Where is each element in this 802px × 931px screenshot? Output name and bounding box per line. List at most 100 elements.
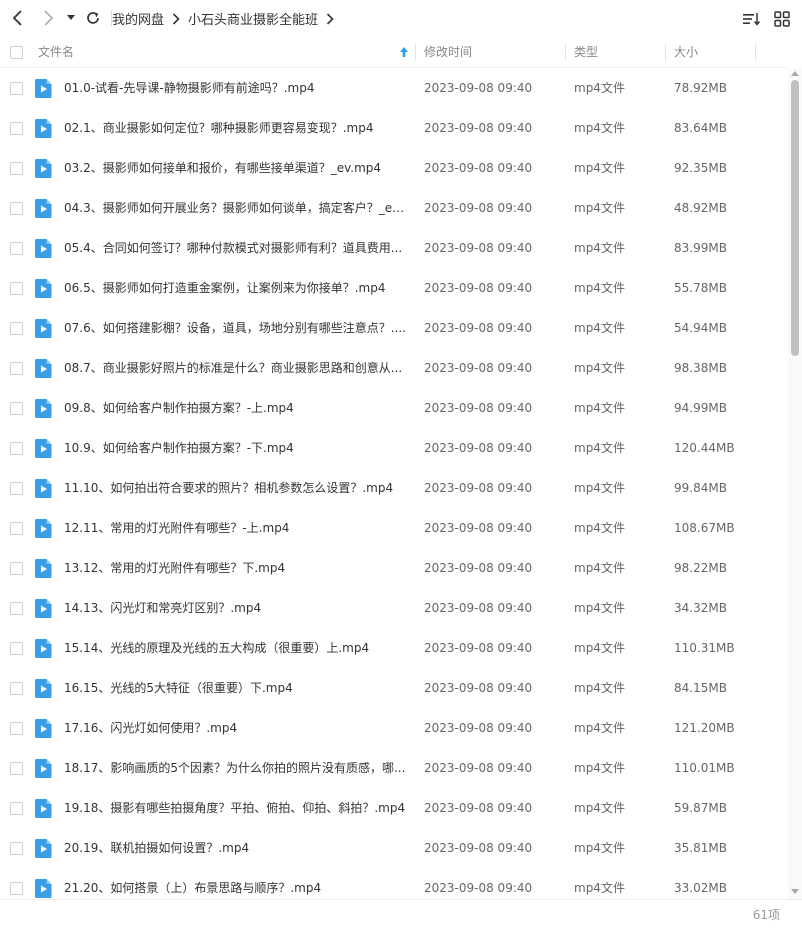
row-checkbox[interactable] bbox=[10, 322, 23, 335]
file-row[interactable]: 14.13、闪光灯和常亮灯区别？.mp4 2023-09-08 09:40 mp4文… bbox=[0, 588, 788, 628]
breadcrumb-item-root[interactable]: 我的网盘 bbox=[112, 9, 164, 28]
file-name[interactable]: 19.18、摄影有哪些拍摄角度？平拍、俯拍、仰拍、斜拍？.mp4 bbox=[64, 788, 406, 828]
column-divider[interactable] bbox=[565, 44, 566, 61]
file-name[interactable]: 01.0-试看-先导课-静物摄影师有前途吗？.mp4 bbox=[64, 68, 406, 108]
breadcrumb-item-current[interactable]: 小石头商业摄影全能班 bbox=[188, 9, 318, 28]
file-name[interactable]: 04.3、摄影师如何开展业务？摄影师如何谈单，搞定客户？_ev.... bbox=[64, 188, 406, 228]
row-checkbox[interactable] bbox=[10, 722, 23, 735]
file-row[interactable]: 18.17、影响画质的5个因素？为什么你拍的照片没有质感，哪... 2023-09… bbox=[0, 748, 788, 788]
row-checkbox[interactable] bbox=[10, 482, 23, 495]
file-row[interactable]: 04.3、摄影师如何开展业务？摄影师如何谈单，搞定客户？_ev.... 2023-… bbox=[0, 188, 788, 228]
file-modified-date: 2023-09-08 09:40 bbox=[424, 321, 533, 335]
file-row[interactable]: 02.1、商业摄影如何定位？哪种摄影师更容易变现？.mp4 2023-09-08 … bbox=[0, 108, 788, 148]
file-name[interactable]: 20.19、联机拍摄如何设置？.mp4 bbox=[64, 828, 406, 868]
sort-order-button[interactable] bbox=[741, 8, 763, 30]
column-divider[interactable] bbox=[665, 44, 666, 61]
row-checkbox[interactable] bbox=[10, 362, 23, 375]
file-name[interactable]: 05.4、合同如何签订？哪种付款模式对摄影师有利？道具费用... bbox=[64, 228, 406, 268]
file-name[interactable]: 02.1、商业摄影如何定位？哪种摄影师更容易变现？.mp4 bbox=[64, 108, 406, 148]
file-row[interactable]: 12.11、常用的灯光附件有哪些？-上.mp4 2023-09-08 09:40 m… bbox=[0, 508, 788, 548]
file-row[interactable]: 09.8、如何给客户制作拍摄方案？-上.mp4 2023-09-08 09:40 m… bbox=[0, 388, 788, 428]
file-name[interactable]: 11.10、如何拍出符合要求的照片？相机参数怎么设置？.mp4 bbox=[64, 468, 406, 508]
file-name[interactable]: 16.15、光线的5大特征（很重要）下.mp4 bbox=[64, 668, 406, 708]
row-checkbox[interactable] bbox=[10, 82, 23, 95]
file-row[interactable]: 16.15、光线的5大特征（很重要）下.mp4 2023-09-08 09:40 m… bbox=[0, 668, 788, 708]
file-modified-date: 2023-09-08 09:40 bbox=[424, 441, 533, 455]
column-divider[interactable] bbox=[415, 44, 416, 61]
file-name[interactable]: 13.12、常用的灯光附件有哪些？下.mp4 bbox=[64, 548, 406, 588]
file-name[interactable]: 17.16、闪光灯如何使用？.mp4 bbox=[64, 708, 406, 748]
item-count: 61项 bbox=[752, 908, 780, 922]
file-name[interactable]: 14.13、闪光灯和常亮灯区别？.mp4 bbox=[64, 588, 406, 628]
row-checkbox[interactable] bbox=[10, 682, 23, 695]
row-checkbox[interactable] bbox=[10, 882, 23, 895]
row-checkbox[interactable] bbox=[10, 522, 23, 535]
file-row[interactable]: 20.19、联机拍摄如何设置？.mp4 2023-09-08 09:40 mp4文件… bbox=[0, 828, 788, 868]
file-name[interactable]: 09.8、如何给客户制作拍摄方案？-上.mp4 bbox=[64, 388, 406, 428]
row-checkbox[interactable] bbox=[10, 242, 23, 255]
grid-view-icon bbox=[774, 11, 790, 27]
back-button[interactable] bbox=[6, 6, 30, 30]
file-row[interactable]: 06.5、摄影师如何打造重金案例，让案例来为你接单？.mp4 2023-09-08… bbox=[0, 268, 788, 308]
file-size: 110.01MB bbox=[674, 761, 735, 775]
file-name[interactable]: 06.5、摄影师如何打造重金案例，让案例来为你接单？.mp4 bbox=[64, 268, 406, 308]
grid-view-button[interactable] bbox=[771, 8, 793, 30]
file-name[interactable]: 10.9、如何给客户制作拍摄方案？-下.mp4 bbox=[64, 428, 406, 468]
row-checkbox[interactable] bbox=[10, 842, 23, 855]
row-checkbox[interactable] bbox=[10, 162, 23, 175]
file-name[interactable]: 12.11、常用的灯光附件有哪些？-上.mp4 bbox=[64, 508, 406, 548]
file-row[interactable]: 13.12、常用的灯光附件有哪些？下.mp4 2023-09-08 09:40 mp… bbox=[0, 548, 788, 588]
file-row[interactable]: 15.14、光线的原理及光线的五大构成（很重要）上.mp4 2023-09-08 … bbox=[0, 628, 788, 668]
scroll-down-arrow-icon[interactable] bbox=[791, 889, 799, 894]
file-row[interactable]: 19.18、摄影有哪些拍摄角度？平拍、俯拍、仰拍、斜拍？.mp4 2023-09-… bbox=[0, 788, 788, 828]
row-checkbox[interactable] bbox=[10, 642, 23, 655]
file-row[interactable]: 05.4、合同如何签订？哪种付款模式对摄影师有利？道具费用... 2023-09-… bbox=[0, 228, 788, 268]
file-type: mp4文件 bbox=[574, 321, 625, 335]
refresh-button[interactable] bbox=[81, 6, 105, 30]
file-type: mp4文件 bbox=[574, 201, 625, 215]
file-name[interactable]: 03.2、摄影师如何接单和报价，有哪些接单渠道？_ev.mp4 bbox=[64, 148, 406, 188]
file-name[interactable]: 08.7、商业摄影好照片的标准是什么？商业摄影思路和创意从... bbox=[64, 348, 406, 388]
file-row[interactable]: 07.6、如何搭建影棚？设备，道具，场地分别有哪些注意点？.... 2023-09… bbox=[0, 308, 788, 348]
file-row[interactable]: 03.2、摄影师如何接单和报价，有哪些接单渠道？_ev.mp4 2023-09-0… bbox=[0, 148, 788, 188]
row-checkbox[interactable] bbox=[10, 282, 23, 295]
row-checkbox[interactable] bbox=[10, 202, 23, 215]
file-name[interactable]: 21.20、如何搭景（上）布景思路与顺序？.mp4 bbox=[64, 868, 406, 900]
column-header-modified[interactable]: 修改时间 bbox=[424, 37, 472, 68]
column-header-type[interactable]: 类型 bbox=[574, 37, 598, 68]
file-name[interactable]: 07.6、如何搭建影棚？设备，道具，场地分别有哪些注意点？.... bbox=[64, 308, 406, 348]
row-checkbox[interactable] bbox=[10, 122, 23, 135]
select-all-checkbox[interactable] bbox=[10, 46, 23, 59]
scroll-up-arrow-icon[interactable] bbox=[791, 71, 799, 76]
file-modified-date: 2023-09-08 09:40 bbox=[424, 81, 533, 95]
row-checkbox[interactable] bbox=[10, 402, 23, 415]
file-size: 48.92MB bbox=[674, 201, 727, 215]
row-checkbox[interactable] bbox=[10, 562, 23, 575]
breadcrumb-separator-icon bbox=[326, 12, 334, 25]
forward-button[interactable] bbox=[36, 6, 60, 30]
column-header-size[interactable]: 大小 bbox=[674, 37, 698, 68]
row-checkbox[interactable] bbox=[10, 762, 23, 775]
file-row[interactable]: 08.7、商业摄影好照片的标准是什么？商业摄影思路和创意从... 2023-09-… bbox=[0, 348, 788, 388]
file-modified-date: 2023-09-08 09:40 bbox=[424, 681, 533, 695]
column-divider[interactable] bbox=[755, 44, 756, 61]
file-row[interactable]: 17.16、闪光灯如何使用？.mp4 2023-09-08 09:40 mp4文件 1… bbox=[0, 708, 788, 748]
row-checkbox[interactable] bbox=[10, 802, 23, 815]
row-checkbox[interactable] bbox=[10, 442, 23, 455]
row-checkbox[interactable] bbox=[10, 602, 23, 615]
file-size: 55.78MB bbox=[674, 281, 727, 295]
file-modified-date: 2023-09-08 09:40 bbox=[424, 761, 533, 775]
file-row[interactable]: 11.10、如何拍出符合要求的照片？相机参数怎么设置？.mp4 2023-09-0… bbox=[0, 468, 788, 508]
vertical-scrollbar[interactable] bbox=[788, 68, 802, 900]
sort-ascending-icon[interactable] bbox=[399, 46, 409, 61]
file-size: 108.67MB bbox=[674, 521, 735, 535]
file-name[interactable]: 15.14、光线的原理及光线的五大构成（很重要）上.mp4 bbox=[64, 628, 406, 668]
file-row[interactable]: 10.9、如何给客户制作拍摄方案？-下.mp4 2023-09-08 09:40 m… bbox=[0, 428, 788, 468]
column-header-name[interactable]: 文件名 bbox=[38, 37, 74, 68]
history-dropdown-button[interactable] bbox=[62, 6, 80, 30]
file-row[interactable]: 01.0-试看-先导课-静物摄影师有前途吗？.mp4 2023-09-08 09:… bbox=[0, 68, 788, 108]
file-type: mp4文件 bbox=[574, 641, 625, 655]
file-row[interactable]: 21.20、如何搭景（上）布景思路与顺序？.mp4 2023-09-08 09:4… bbox=[0, 868, 788, 900]
file-name[interactable]: 18.17、影响画质的5个因素？为什么你拍的照片没有质感，哪... bbox=[64, 748, 406, 788]
scrollbar-thumb[interactable] bbox=[791, 80, 799, 356]
